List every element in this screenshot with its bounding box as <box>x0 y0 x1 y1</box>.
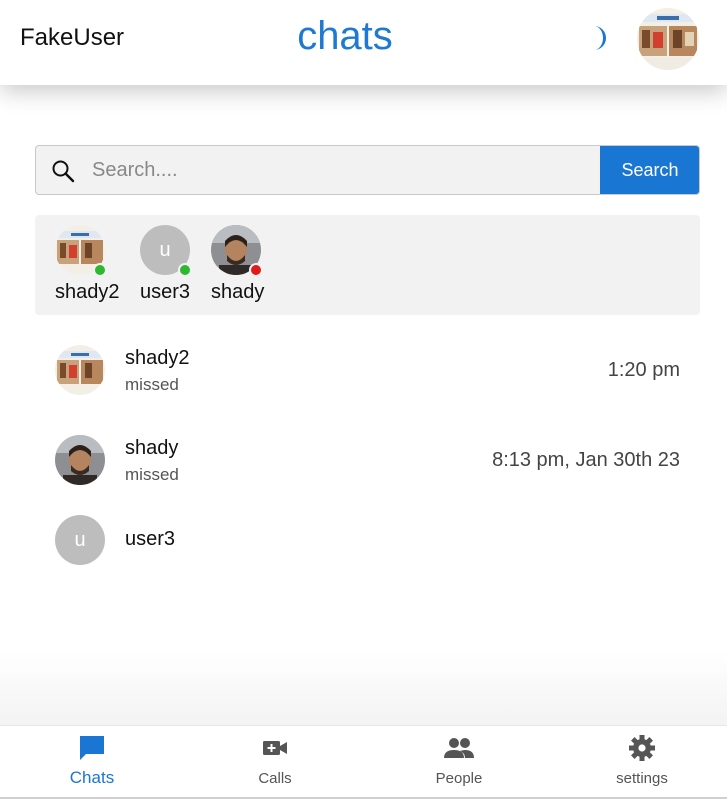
chat-last-message: missed <box>125 375 179 394</box>
online-user-name: user3 <box>140 281 191 303</box>
avatar: u <box>140 225 192 277</box>
avatar <box>55 225 107 277</box>
nav-label: People <box>435 770 483 787</box>
gear-icon <box>629 735 655 761</box>
nav-label: settings <box>616 770 668 787</box>
search-input[interactable] <box>92 146 592 194</box>
nav-chats[interactable]: Chats <box>22 734 162 788</box>
top-header: FakeUser chats <box>0 0 727 85</box>
online-user[interactable]: shady <box>211 225 281 304</box>
avatar <box>55 345 105 395</box>
search-bar: Search <box>35 145 700 195</box>
online-users-strip: shady2 u user3 shady <box>35 215 700 315</box>
profile-avatar[interactable] <box>637 8 699 70</box>
online-user-name: shady2 <box>55 281 120 303</box>
chat-list-item[interactable]: shady2 missed 1:20 pm <box>55 345 680 395</box>
busy-status-dot <box>249 263 263 277</box>
online-status-dot <box>93 263 107 277</box>
chat-timestamp: 8:13 pm, Jan 30th 23 <box>492 449 680 471</box>
nav-people[interactable]: People <box>389 734 529 787</box>
chat-name: user3 <box>125 528 176 550</box>
online-status-dot <box>178 263 192 277</box>
avatar: u <box>55 515 105 565</box>
online-user-name: shady <box>211 281 265 303</box>
nav-settings[interactable]: settings <box>572 734 712 787</box>
chat-list-item[interactable]: shady missed 8:13 pm, Jan 30th 23 <box>55 435 680 485</box>
moon-icon[interactable] <box>584 25 608 51</box>
chat-last-message: missed <box>125 465 179 484</box>
online-user[interactable]: u user3 <box>140 225 210 304</box>
avatar <box>211 225 263 277</box>
bottom-fade <box>0 650 727 726</box>
chat-app: FakeUser chats Search.... Search shady2 … <box>0 0 727 799</box>
bottom-navigation: Chats Calls People settings <box>0 725 727 799</box>
nav-label: Calls <box>258 770 292 787</box>
chat-name: shady2 <box>125 347 190 369</box>
video-call-icon <box>263 741 287 755</box>
search-button[interactable]: Search <box>600 146 699 194</box>
chat-timestamp: 1:20 pm <box>607 359 680 381</box>
people-icon <box>444 738 474 758</box>
chat-bubble-icon <box>80 736 104 760</box>
chat-name: shady <box>125 437 179 459</box>
chat-list-item[interactable]: u user3 <box>55 515 680 565</box>
nav-calls[interactable]: Calls <box>205 734 345 787</box>
online-user[interactable]: shady2 <box>55 225 125 304</box>
nav-label: Chats <box>69 768 115 787</box>
avatar <box>55 435 105 485</box>
search-icon <box>52 160 75 183</box>
